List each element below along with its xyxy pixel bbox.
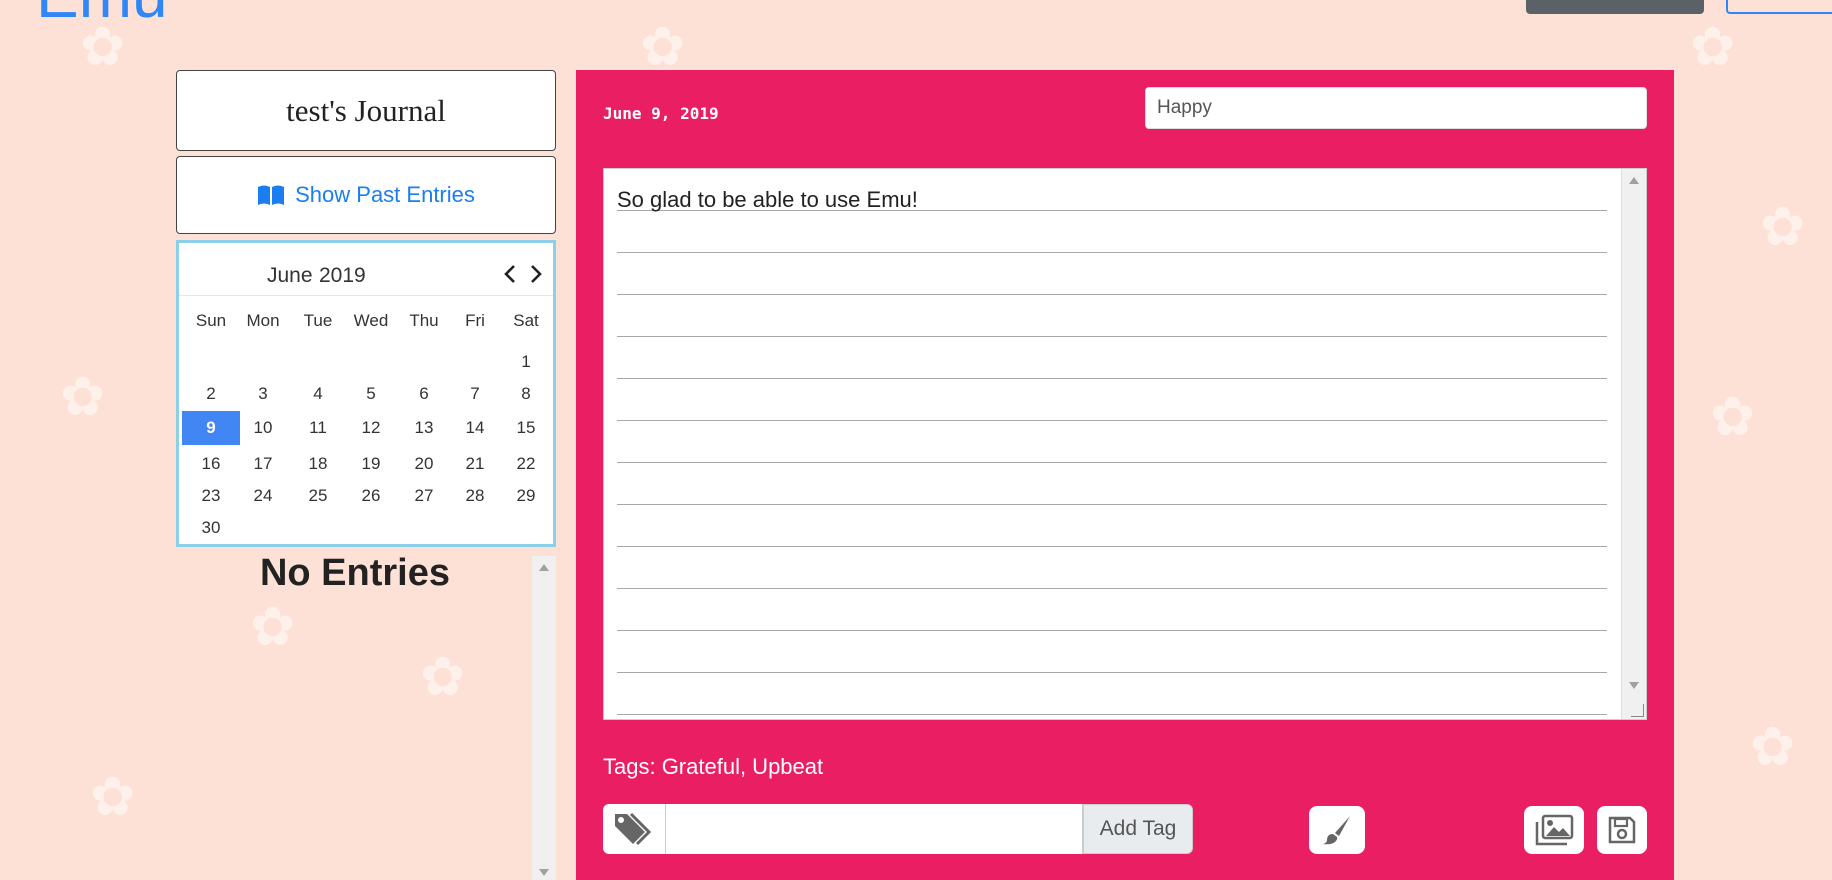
weekday-header: Sat xyxy=(513,311,539,330)
calendar-day-selected[interactable]: 9 xyxy=(182,411,240,445)
save-button[interactable] xyxy=(1597,806,1647,854)
background-flower-decoration: ✿ xyxy=(90,765,136,828)
calendar-day[interactable]: 28 xyxy=(446,479,504,513)
calendar-day[interactable]: 10 xyxy=(234,411,292,445)
background-flower-decoration: ✿ xyxy=(1710,385,1756,448)
weekday-header: Wed xyxy=(353,311,389,330)
calendar-day[interactable]: 5 xyxy=(342,377,400,411)
calendar-day[interactable]: 22 xyxy=(497,447,555,481)
weekday-header: Fri xyxy=(465,311,485,330)
scroll-up-arrow-icon[interactable] xyxy=(1629,177,1639,184)
save-icon xyxy=(1608,816,1636,844)
book-open-icon xyxy=(258,185,285,205)
style-button[interactable] xyxy=(1309,806,1365,854)
calendar-day[interactable]: 23 xyxy=(182,479,240,513)
calendar-day[interactable]: 2 xyxy=(182,377,240,411)
entry-text: So glad to be able to use Emu! xyxy=(617,187,918,212)
add-tag-group: Add Tag xyxy=(603,804,1193,854)
calendar: June 2019 Sun Mon Tue Wed Thu Fri Sat 1 2 3 4 5 6 7 8 9… xyxy=(176,240,556,547)
mood-input[interactable] xyxy=(1145,87,1647,129)
entry-textarea[interactable]: So glad to be able to use Emu! xyxy=(603,168,1647,720)
calendar-day[interactable]: 21 xyxy=(446,447,504,481)
calendar-day[interactable]: 7 xyxy=(446,377,504,411)
ruled-lines xyxy=(617,169,1607,719)
scroll-up-arrow-icon[interactable] xyxy=(539,564,549,571)
paintbrush-icon xyxy=(1323,816,1350,845)
calendar-day[interactable]: 29 xyxy=(497,479,555,513)
calendar-day[interactable]: 17 xyxy=(234,447,292,481)
weekday-header: Thu xyxy=(409,311,439,330)
calendar-day[interactable]: 26 xyxy=(342,479,400,513)
calendar-day[interactable]: 13 xyxy=(395,411,453,445)
calendar-day[interactable]: 27 xyxy=(395,479,453,513)
background-flower-decoration: ✿ xyxy=(1760,195,1806,258)
calendar-grid: Sun Mon Tue Wed Thu Fri Sat 1 2 3 4 5 6 7 8 9 10 11 12 13 14… xyxy=(179,243,553,544)
tags-label: Tags: Grateful, Upbeat xyxy=(603,754,824,779)
top-dark-button[interactable] xyxy=(1526,0,1704,14)
weekday-header: Mon xyxy=(246,311,280,330)
calendar-day[interactable]: 1 xyxy=(497,345,555,379)
app-brand[interactable]: Emu xyxy=(36,0,168,32)
tag-icon-addon xyxy=(603,804,666,854)
calendar-day[interactable]: 8 xyxy=(497,377,555,411)
weekday-header: Sun xyxy=(195,311,227,330)
entries-scrollbar[interactable] xyxy=(532,556,556,880)
journal-editor: June 9, 2019 So glad to be able to use E… xyxy=(576,70,1674,880)
calendar-day[interactable]: 24 xyxy=(234,479,292,513)
calendar-day[interactable]: 12 xyxy=(342,411,400,445)
background-flower-decoration: ✿ xyxy=(250,595,296,658)
scroll-down-arrow-icon[interactable] xyxy=(1629,682,1639,689)
top-outline-button[interactable] xyxy=(1726,0,1832,14)
background-flower-decoration: ✿ xyxy=(1750,715,1796,778)
resize-handle-icon[interactable] xyxy=(1631,704,1644,717)
calendar-day[interactable]: 3 xyxy=(234,377,292,411)
calendar-day[interactable]: 25 xyxy=(289,479,347,513)
calendar-day[interactable]: 6 xyxy=(395,377,453,411)
tag-input[interactable] xyxy=(666,804,1083,854)
background-flower-decoration: ✿ xyxy=(1690,15,1736,78)
calendar-day[interactable]: 30 xyxy=(182,511,240,545)
calendar-day[interactable]: 14 xyxy=(446,411,504,445)
tags-icon xyxy=(615,812,652,846)
textarea-scrollbar[interactable] xyxy=(1621,169,1646,719)
show-past-entries-button[interactable]: Show Past Entries xyxy=(176,156,556,234)
journal-title: test's Journal xyxy=(176,70,556,151)
images-icon xyxy=(1535,814,1574,846)
background-flower-decoration: ✿ xyxy=(60,365,106,428)
show-past-entries-label: Show Past Entries xyxy=(295,182,475,207)
calendar-day[interactable]: 15 xyxy=(497,411,555,445)
no-entries-message: No Entries xyxy=(259,552,451,594)
background-flower-decoration: ✿ xyxy=(640,15,686,78)
calendar-day[interactable]: 16 xyxy=(182,447,240,481)
background-flower-decoration: ✿ xyxy=(420,645,466,708)
calendar-day[interactable]: 18 xyxy=(289,447,347,481)
images-button[interactable] xyxy=(1524,806,1584,854)
calendar-day[interactable]: 20 xyxy=(395,447,453,481)
weekday-header: Tue xyxy=(303,311,333,330)
calendar-day[interactable]: 19 xyxy=(342,447,400,481)
scroll-down-arrow-icon[interactable] xyxy=(539,869,549,876)
calendar-day[interactable]: 4 xyxy=(289,377,347,411)
entry-date: June 9, 2019 xyxy=(603,104,719,123)
add-tag-button[interactable]: Add Tag xyxy=(1083,804,1193,854)
calendar-day[interactable]: 11 xyxy=(289,411,347,445)
